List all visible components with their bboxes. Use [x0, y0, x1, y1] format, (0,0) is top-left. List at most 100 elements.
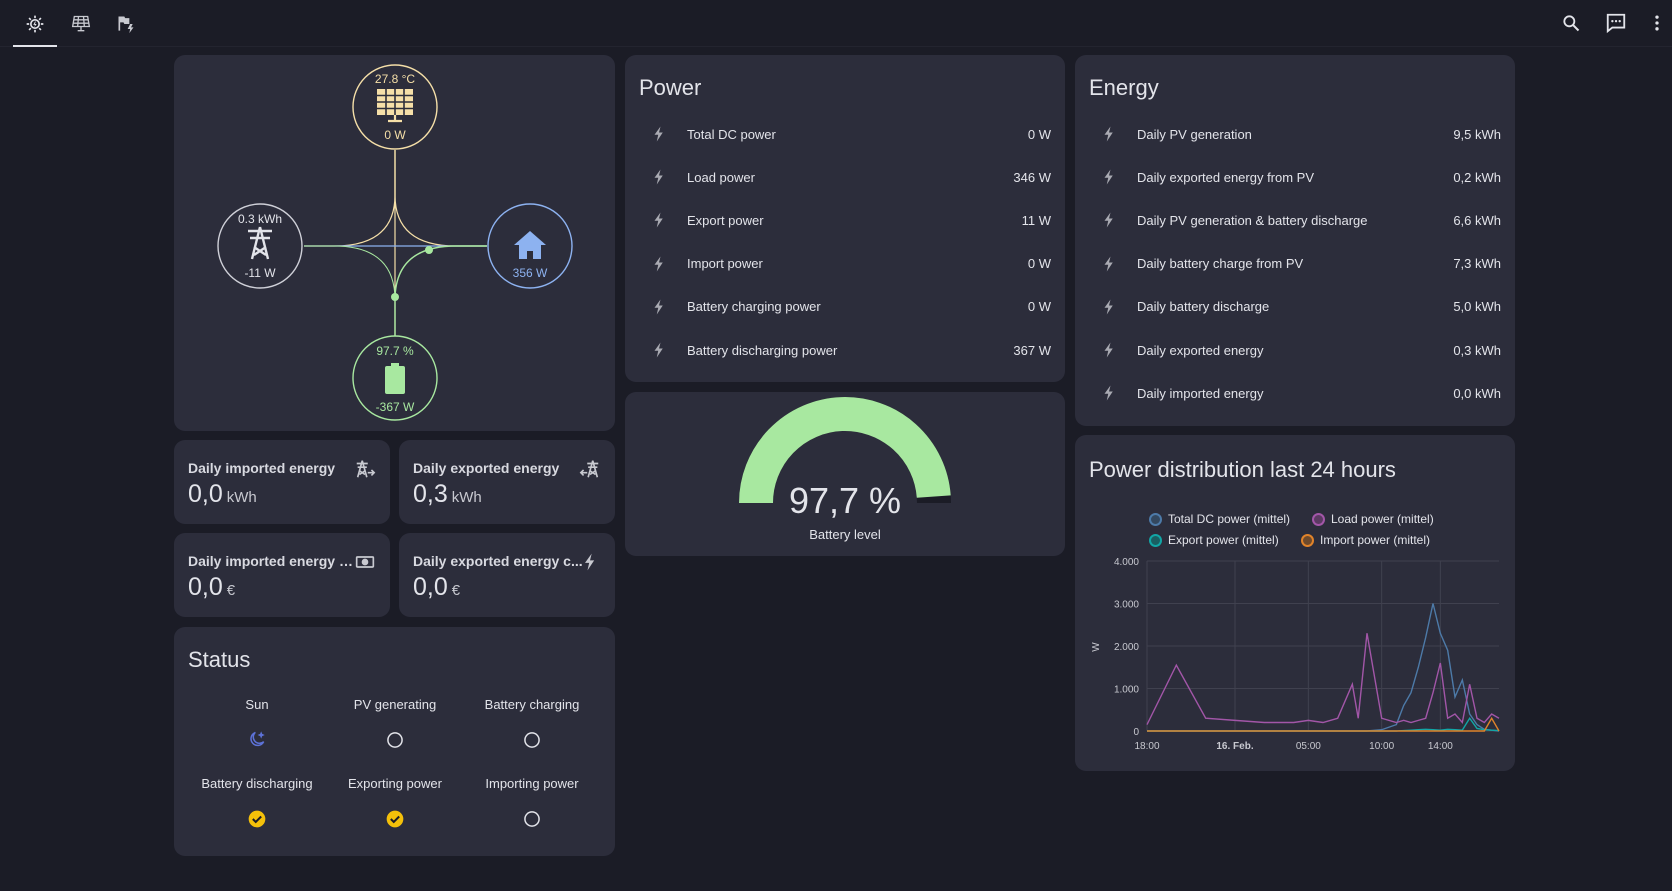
- entity-label: Daily exported energy from PV: [1137, 169, 1315, 185]
- gauge-value: 97,7 %: [788, 480, 902, 521]
- power-flow-card[interactable]: 27.8 °C 0 W 0.3 kWh -11 W 356 W 97.7 % -…: [174, 55, 615, 431]
- entity-row[interactable]: Daily imported energy 0,0 kWh: [1089, 378, 1501, 408]
- entity-row[interactable]: Battery discharging power 367 W: [639, 335, 1051, 365]
- tile-value: 0,0 kWh: [188, 480, 257, 508]
- entity-row[interactable]: Export power 11 W: [639, 205, 1051, 235]
- flash-icon: [1099, 340, 1119, 360]
- power-history-card[interactable]: Power distribution last 24 hours Total D…: [1075, 435, 1515, 771]
- battery-level: 97.7 %: [376, 344, 414, 358]
- flash-icon: [649, 254, 669, 274]
- gauge-label: Battery level: [809, 527, 881, 542]
- tile-name: Daily imported energy c...: [188, 553, 358, 569]
- status-label: PV generating: [353, 697, 437, 712]
- check-circle-icon[interactable]: [246, 808, 268, 830]
- flash-flag-icon: [118, 16, 134, 33]
- entity-label: Daily PV generation: [1137, 126, 1252, 142]
- search-button[interactable]: [1556, 8, 1586, 38]
- circle-outline-icon[interactable]: [521, 729, 543, 751]
- solar-temperature: 27.8 °C: [374, 72, 416, 86]
- flash-icon: [1099, 124, 1119, 144]
- assist-button[interactable]: [1601, 8, 1631, 38]
- entity-label: Total DC power: [687, 126, 776, 142]
- flash-icon: [649, 297, 669, 317]
- x-tick-label: 14:00: [1428, 741, 1453, 752]
- energy-card: Energy Daily PV generation 9,5 kWh Daily e…: [1075, 55, 1515, 426]
- more-button[interactable]: [1642, 8, 1672, 38]
- entity-row[interactable]: Daily battery charge from PV 7,3 kWh: [1089, 249, 1501, 279]
- cash-icon: [354, 551, 376, 573]
- entity-value: 0,2 kWh: [1453, 169, 1501, 185]
- entity-value: 9,5 kWh: [1453, 126, 1501, 142]
- flash-icon: [1099, 167, 1119, 187]
- tile-name: Daily exported energy c...: [413, 553, 583, 569]
- flash-icon: [649, 167, 669, 187]
- circle-outline-icon[interactable]: [384, 729, 406, 751]
- entity-value: 0 W: [1027, 299, 1051, 315]
- tile-daily-exported-energy-compensation[interactable]: Daily exported energy c... 0,0 €: [399, 533, 615, 617]
- y-tick-label: 4.000: [1114, 557, 1139, 568]
- entity-row[interactable]: Daily PV generation & battery discharge 6…: [1089, 205, 1501, 235]
- entity-label: Import power: [687, 256, 763, 272]
- x-tick-label: 18:00: [1134, 741, 1159, 752]
- tab-overview[interactable]: [13, 0, 57, 47]
- entity-row[interactable]: Daily exported energy from PV 0,2 kWh: [1089, 162, 1501, 192]
- status-label: Battery discharging: [201, 776, 313, 791]
- entity-value: 367 W: [1013, 342, 1051, 358]
- entity-label: Load power: [687, 169, 755, 185]
- y-tick-label: 0: [1133, 727, 1139, 738]
- search-icon: [1563, 15, 1580, 32]
- circle-outline-icon[interactable]: [521, 808, 543, 830]
- tab-power-flow[interactable]: [104, 0, 148, 47]
- entity-value: 6,6 kWh: [1453, 212, 1501, 228]
- status-label: Importing power: [485, 776, 579, 791]
- flash-icon: [1099, 383, 1119, 403]
- grid-power: -11 W: [244, 266, 276, 280]
- card-title: Status: [188, 647, 251, 672]
- battery-power: -367 W: [375, 400, 415, 414]
- check-circle-icon[interactable]: [384, 808, 406, 830]
- entity-value: 0 W: [1027, 256, 1051, 272]
- more-vert-icon: [1655, 15, 1659, 31]
- entity-row[interactable]: Battery charging power 0 W: [639, 292, 1051, 322]
- tab-solar[interactable]: [59, 0, 103, 47]
- entity-row[interactable]: Total DC power 0 W: [639, 119, 1051, 149]
- tile-value: 0,0 €: [413, 573, 461, 601]
- series-line: [1147, 716, 1500, 732]
- entity-value: 0 W: [1027, 126, 1051, 142]
- power-card: Power Total DC power 0 W Load power 346 W Ex…: [625, 55, 1065, 382]
- y-tick-label: 2.000: [1114, 642, 1139, 653]
- assist-chat-icon: [1606, 13, 1626, 34]
- power-history-chart: 0 1.000 2.000 3.000 4.000 18:00 16. Feb. 05:00 1…: [1091, 557, 1500, 752]
- flash-icon: [1099, 297, 1119, 317]
- entity-label: Battery discharging power: [687, 342, 838, 358]
- y-axis-label: W: [1091, 642, 1102, 652]
- entity-label: Daily PV generation & battery discharge: [1137, 212, 1368, 228]
- status-label: Exporting power: [348, 776, 442, 791]
- weather-night-icon[interactable]: [246, 729, 268, 751]
- flash-icon: [649, 210, 669, 230]
- solar-power-icon: [26, 15, 44, 32]
- entity-row[interactable]: Daily exported energy 0,3 kWh: [1089, 335, 1501, 365]
- tile-daily-imported-energy-cost[interactable]: Daily imported energy c... 0,0 €: [174, 533, 390, 617]
- entity-value: 11 W: [1021, 212, 1051, 228]
- solar-power: 0 W: [384, 128, 406, 142]
- card-title: Power: [639, 75, 702, 100]
- tile-name: Daily exported energy: [413, 460, 560, 476]
- y-tick-label: 3.000: [1114, 600, 1139, 611]
- x-tick-label: 10:00: [1369, 741, 1394, 752]
- x-tick-label: 16. Feb.: [1216, 741, 1253, 752]
- flash-icon: [1099, 210, 1119, 230]
- entity-value: 346 W: [1013, 169, 1051, 185]
- entity-row[interactable]: Daily battery discharge 5,0 kWh: [1089, 292, 1501, 322]
- power-flow-lines: [217, 64, 573, 421]
- entity-row[interactable]: Load power 346 W: [639, 162, 1051, 192]
- tile-daily-imported-energy[interactable]: Daily imported energy 0,0 kWh: [174, 440, 390, 524]
- tile-daily-exported-energy[interactable]: Daily exported energy 0,3 kWh: [399, 440, 615, 524]
- entity-row[interactable]: Daily PV generation 9,5 kWh: [1089, 119, 1501, 149]
- entity-row[interactable]: Import power 0 W: [639, 249, 1051, 279]
- solar-panel-icon: [71, 15, 91, 31]
- entity-label: Daily battery charge from PV: [1137, 256, 1304, 272]
- battery-gauge-card[interactable]: 97,7 % Battery level: [625, 392, 1065, 556]
- entity-value: 5,0 kWh: [1453, 299, 1501, 315]
- entity-label: Battery charging power: [687, 299, 821, 315]
